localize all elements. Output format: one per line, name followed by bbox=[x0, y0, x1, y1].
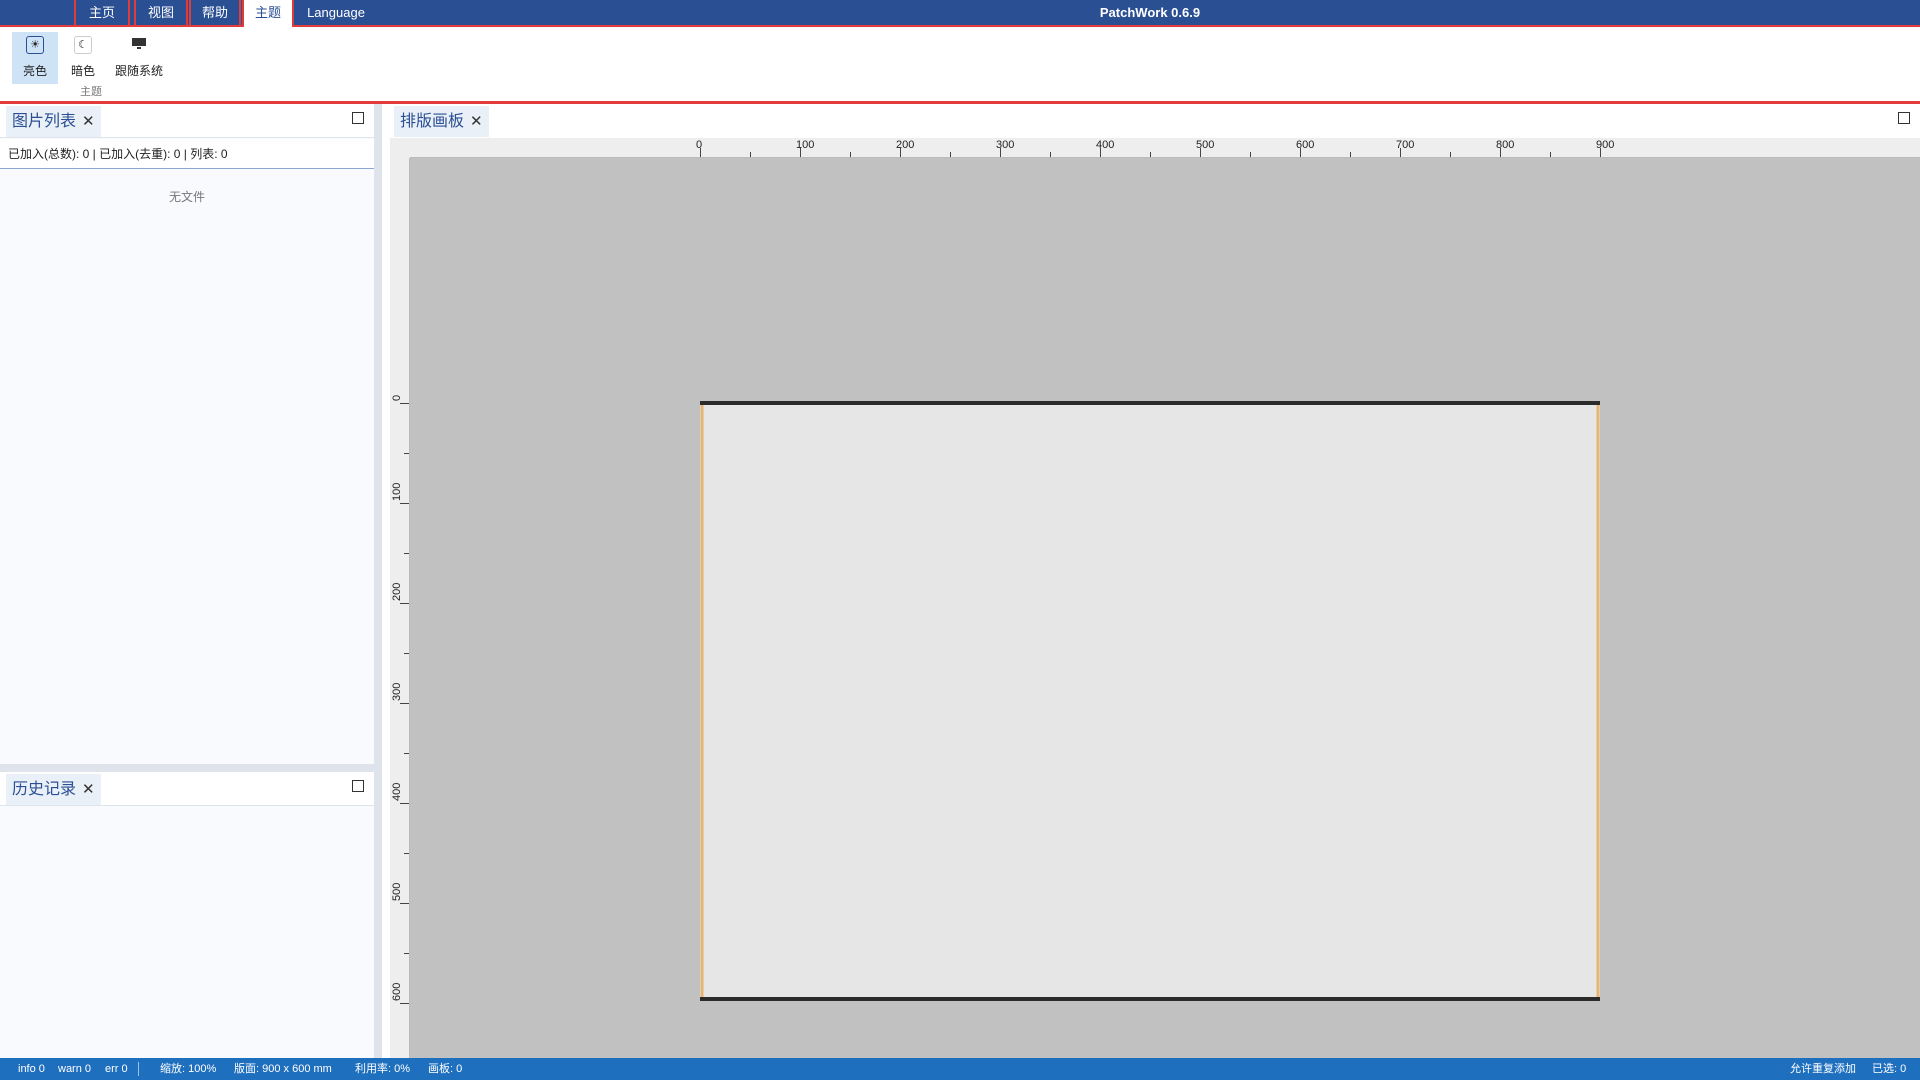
maximize-icon[interactable] bbox=[352, 112, 364, 124]
ruler-tick bbox=[1550, 152, 1551, 157]
ruler-label-x: 0 bbox=[696, 139, 703, 151]
close-icon[interactable]: ✕ bbox=[82, 781, 95, 798]
app-title: PatchWork 0.6.9 bbox=[1099, 5, 1201, 20]
ruler-tick bbox=[404, 753, 409, 754]
status-bar: info 0 warn 0 err 0 缩放: 100% 版面: 900 x 6… bbox=[0, 1058, 1920, 1080]
tab-image-list[interactable]: 图片列表 ✕ bbox=[6, 106, 101, 137]
status-selected: 已选: 0 bbox=[1872, 1063, 1907, 1075]
ruler-label-x: 100 bbox=[796, 139, 815, 151]
canvas-panel: 排版画板 ✕ 0 100 200 300 400 500 600 700 800 900 0 100 2… bbox=[390, 104, 1920, 1058]
menubar: 主页 视图 帮助 主题 Language PatchWork 0.6.9 bbox=[0, 0, 1920, 27]
status-warn[interactable]: warn 0 bbox=[58, 1058, 91, 1080]
history-header: 历史记录 ✕ bbox=[0, 772, 374, 806]
ribbon: ☀ 亮色 ☾ 暗色 跟随系统 主题 bbox=[0, 27, 1920, 104]
close-icon[interactable]: ✕ bbox=[470, 113, 483, 130]
ruler-tick bbox=[400, 503, 409, 504]
status-info[interactable]: info 0 bbox=[18, 1058, 45, 1080]
ruler-tick bbox=[950, 152, 951, 157]
theme-system-label: 跟随系统 bbox=[114, 64, 163, 78]
ruler-label-y: 100 bbox=[391, 482, 403, 501]
left-panels: 图片列表 ✕ 已加入(总数): 0 | 已加入(去重): 0 | 列表: 0 无文… bbox=[0, 104, 382, 1058]
image-list-header: 图片列表 ✕ bbox=[0, 104, 374, 138]
panel-splitter[interactable] bbox=[0, 764, 374, 772]
theme-dark-button[interactable]: ☾ 暗色 bbox=[62, 32, 104, 84]
image-list-title: 图片列表 bbox=[12, 113, 77, 130]
ribbon-group-label: 主题 bbox=[80, 86, 102, 98]
ruler-label-x: 400 bbox=[1096, 139, 1115, 151]
empty-file-text: 无文件 bbox=[168, 190, 205, 204]
layout-board[interactable] bbox=[700, 403, 1600, 999]
ruler-label-x: 500 bbox=[1196, 139, 1215, 151]
ruler-tick bbox=[400, 803, 409, 804]
ruler-label-x: 900 bbox=[1596, 139, 1615, 151]
close-icon[interactable]: ✕ bbox=[82, 113, 95, 130]
moon-icon: ☾ bbox=[74, 36, 92, 54]
ruler-label-x: 300 bbox=[996, 139, 1015, 151]
maximize-icon[interactable] bbox=[1898, 112, 1910, 124]
ruler-tick bbox=[400, 903, 409, 904]
canvas-title: 排版画板 bbox=[400, 113, 465, 130]
ruler-label-y: 200 bbox=[391, 582, 403, 601]
allow-duplicates-toggle[interactable]: 允许重复添加 bbox=[1790, 1058, 1856, 1080]
maximize-icon[interactable] bbox=[352, 780, 364, 792]
ruler-label-y: 400 bbox=[391, 782, 403, 801]
ruler-tick bbox=[400, 403, 409, 404]
layout-canvas[interactable] bbox=[410, 158, 1920, 1058]
ruler-label-y: 500 bbox=[391, 882, 403, 901]
ruler-tick bbox=[404, 653, 409, 654]
tab-layout-canvas[interactable]: 排版画板 ✕ bbox=[394, 106, 489, 137]
canvas-svg bbox=[700, 401, 1600, 1001]
ruler-tick bbox=[400, 1003, 409, 1004]
ruler-tick bbox=[1050, 152, 1051, 157]
theme-light-button[interactable]: ☀ 亮色 bbox=[12, 32, 58, 84]
ruler-label-x: 200 bbox=[896, 139, 915, 151]
status-layout-size: 版面: 900 x 600 mm bbox=[234, 1063, 332, 1075]
theme-system-button[interactable]: 跟随系统 bbox=[110, 32, 168, 84]
canvas-header: 排版画板 ✕ bbox=[390, 104, 1920, 138]
ruler-tick bbox=[1350, 152, 1351, 157]
monitor-icon bbox=[130, 36, 148, 54]
history-title: 历史记录 bbox=[12, 781, 77, 798]
ruler-tick bbox=[404, 553, 409, 554]
status-err[interactable]: err 0 bbox=[105, 1058, 128, 1080]
status-separator bbox=[138, 1062, 139, 1076]
ruler-label-y: 300 bbox=[391, 682, 403, 701]
ruler-tick bbox=[400, 603, 409, 604]
ruler-vertical: 0 100 200 300 400 500 600 bbox=[390, 158, 410, 1058]
ruler-tick bbox=[404, 853, 409, 854]
status-zoom: 缩放: 100% bbox=[160, 1063, 217, 1075]
theme-dark-label: 暗色 bbox=[70, 64, 95, 78]
tab-history[interactable]: 历史记录 ✕ bbox=[6, 774, 101, 805]
ruler-label-x: 800 bbox=[1496, 139, 1515, 151]
ruler-tick bbox=[400, 703, 409, 704]
theme-light-label: 亮色 bbox=[22, 64, 47, 78]
ruler-tick bbox=[1150, 152, 1151, 157]
ruler-tick bbox=[750, 152, 751, 157]
image-list-stats: 已加入(总数): 0 | 已加入(去重): 0 | 列表: 0 bbox=[0, 139, 374, 169]
ruler-tick bbox=[1450, 152, 1451, 157]
ruler-corner bbox=[390, 138, 410, 158]
ruler-tick bbox=[404, 953, 409, 954]
ruler-horizontal: 0 100 200 300 400 500 600 700 800 900 bbox=[410, 138, 1920, 158]
ruler-label-y: 0 bbox=[391, 394, 403, 401]
status-boards: 画板: 0 bbox=[428, 1063, 463, 1075]
sun-icon: ☀ bbox=[26, 36, 44, 54]
ruler-tick bbox=[1250, 152, 1251, 157]
ruler-tick bbox=[404, 453, 409, 454]
ruler-tick bbox=[850, 152, 851, 157]
ruler-label-x: 600 bbox=[1296, 139, 1315, 151]
ruler-label-y: 600 bbox=[391, 982, 403, 1001]
ruler-label-x: 700 bbox=[1396, 139, 1415, 151]
status-utilization: 利用率: 0% bbox=[355, 1063, 411, 1075]
